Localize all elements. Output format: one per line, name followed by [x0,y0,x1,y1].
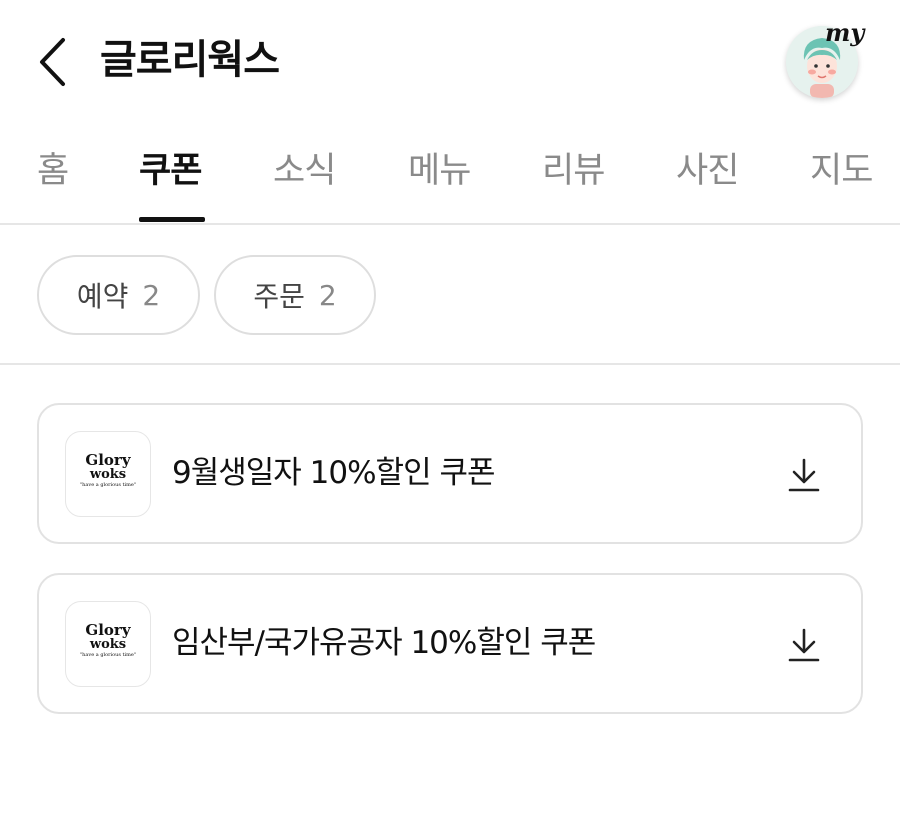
logo-text: woks [89,467,127,482]
tab-map[interactable]: 지도 [810,147,873,195]
chip-label: 예약 [76,280,129,313]
coupon-title: 임산부/국가유공자 10%할인 쿠폰 [172,625,596,661]
download-icon [788,458,820,492]
chip-label: 주문 [253,280,305,313]
logo-tagline: "have a glorious time" [79,652,137,658]
back-button[interactable] [32,34,72,90]
active-tab-indicator [139,217,205,222]
coupon-card: Glory woks "have a glorious time" 임산부/국가… [37,573,863,714]
tab-photo[interactable]: 사진 [676,147,739,195]
download-coupon-button[interactable] [784,623,824,667]
store-logo: Glory woks "have a glorious time" [65,431,151,517]
chevron-left-icon [40,38,65,86]
tab-home[interactable]: 홈 [37,147,69,195]
page-title: 글로리웍스 [100,37,280,83]
tab-review[interactable]: 리뷰 [542,147,605,195]
coupon-filter-row: 예약 2 주문 2 [0,225,900,365]
filter-chip-reservation[interactable]: 예약 2 [37,255,200,335]
download-coupon-button[interactable] [784,453,824,497]
my-page-button[interactable]: my [780,18,870,108]
tab-news[interactable]: 소식 [273,147,336,195]
logo-text: woks [89,637,127,652]
logo-text: Glory [85,451,131,469]
chip-count: 2 [142,278,161,312]
app-header: 글로리웍스 my [0,0,900,125]
filter-chip-order[interactable]: 주문 2 [214,255,376,335]
coupon-title: 9월생일자 10%할인 쿠폰 [172,455,495,491]
tab-coupon[interactable]: 쿠폰 [139,147,202,195]
tab-bar: 홈 쿠폰 소식 메뉴 리뷰 사진 지도 [0,125,900,225]
download-icon [788,628,820,662]
coupon-card: Glory woks "have a glorious time" 9월생일자 … [37,403,863,544]
my-label: my [825,18,865,47]
chip-count: 2 [318,278,337,312]
store-logo: Glory woks "have a glorious time" [65,601,151,687]
logo-tagline: "have a glorious time" [79,482,137,488]
tab-menu[interactable]: 메뉴 [408,147,471,195]
logo-text: Glory [85,621,131,639]
